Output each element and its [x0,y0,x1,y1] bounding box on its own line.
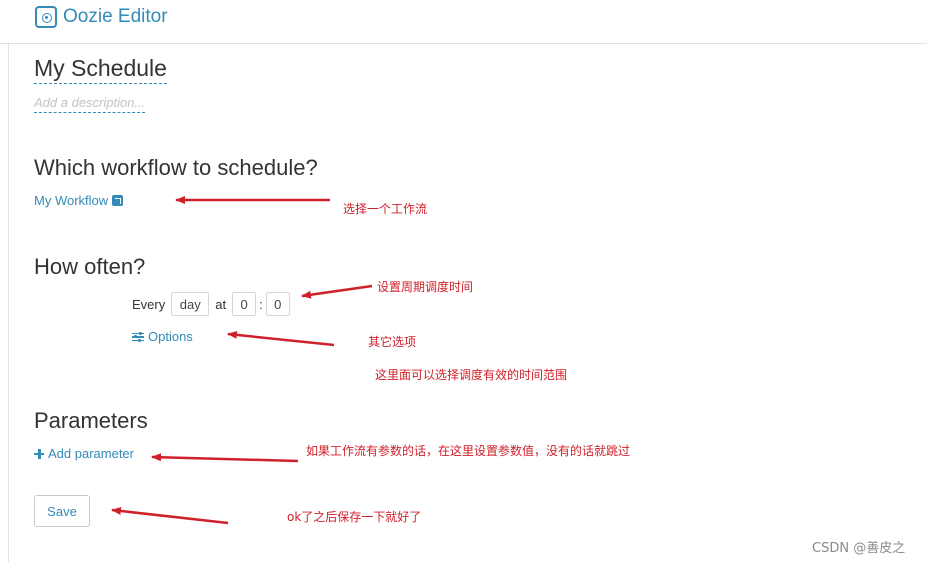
workflow-section-title: Which workflow to schedule? [34,155,318,180]
annotation-time-range: 这里面可以选择调度有效的时间范围 [375,368,568,382]
external-link-icon[interactable] [112,195,124,206]
annotation-workflow: 选择一个工作流 [343,202,428,216]
arrow-to-frequency [301,284,373,299]
app-header: Oozie Editor [0,0,927,44]
frequency-section-title: How often? [34,254,146,279]
options-link[interactable]: Options [132,329,193,344]
frequency-unit-select[interactable]: day [171,292,210,316]
oozie-editor-page: Oozie Editor My Schedule Add a descripti… [0,0,927,562]
csdn-watermark: CSDN @善皮之 [812,541,906,556]
frequency-row: Every day at 0 : 0 [132,292,290,316]
parameters-section-title: Parameters [34,408,148,433]
add-parameter-label: Add parameter [48,446,134,461]
workflow-link-label: My Workflow [34,193,109,208]
schedule-description-field[interactable]: Add a description... [34,95,146,113]
app-title: Oozie Editor [63,6,168,27]
hour-select[interactable]: 0 [232,292,257,316]
workflow-link[interactable]: My Workflow [34,193,124,208]
sliders-icon [132,331,144,342]
annotation-save: ok了之后保存一下就好了 [287,510,422,524]
annotation-other-options: 其它选项 [368,335,417,349]
time-separator: : [259,296,263,312]
at-label: at [215,296,227,312]
arrow-to-add-parameter [151,453,299,463]
arrow-to-options [227,330,335,347]
oozie-logo-icon [35,6,57,28]
every-label: Every [132,296,166,312]
add-parameter-link[interactable]: Add parameter [34,446,134,461]
plus-icon [34,448,44,459]
annotation-params: 如果工作流有参数的话，在这里设置参数值，没有的话就跳过 [306,444,631,458]
options-label: Options [148,329,193,344]
annotation-schedule-time: 设置周期调度时间 [377,280,474,294]
save-button[interactable]: Save [34,495,90,527]
minute-select[interactable]: 0 [265,292,290,316]
arrow-to-save [111,507,229,525]
left-rail-divider [8,0,9,562]
schedule-name-field[interactable]: My Schedule [34,55,167,84]
